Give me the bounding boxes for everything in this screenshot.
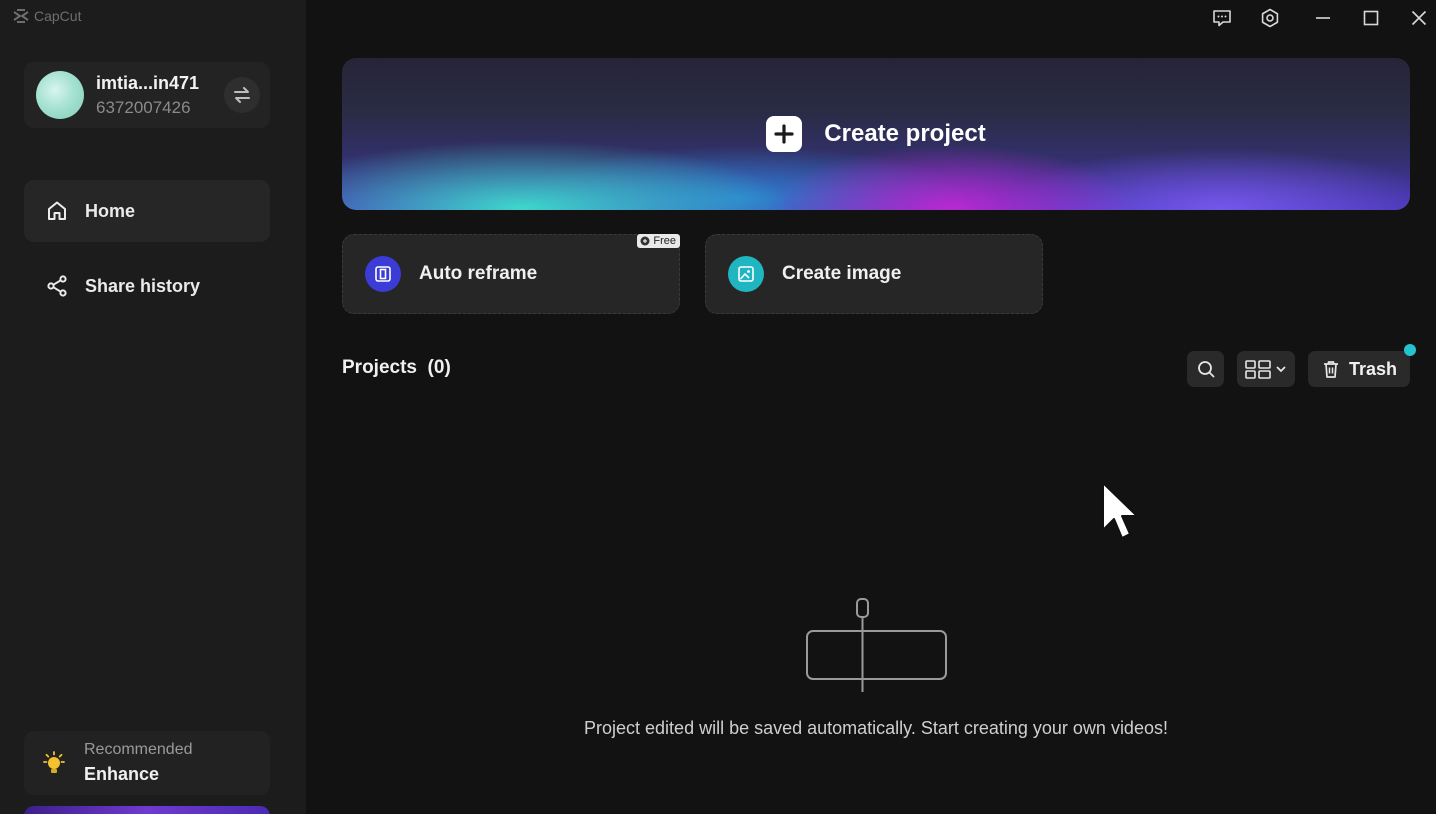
maximize-icon: [1363, 10, 1379, 26]
recommended-title: Enhance: [84, 764, 160, 784]
search-button[interactable]: [1187, 351, 1224, 387]
share-icon: [47, 275, 67, 297]
plus-icon: [766, 116, 803, 152]
trash-button[interactable]: Trash: [1308, 351, 1410, 387]
sidebar-item-label: Home: [85, 200, 136, 221]
projects-title: Projects: [342, 357, 417, 378]
auto-reframe-label: Auto reframe: [419, 263, 538, 284]
app-logo: CapCut: [12, 8, 81, 24]
minimize-button[interactable]: [1309, 4, 1337, 32]
app-name: CapCut: [34, 8, 82, 24]
projects-heading: Projects (0): [342, 357, 451, 379]
home-icon: [48, 201, 66, 220]
swap-icon: [234, 87, 250, 103]
create-project-button[interactable]: Create project: [342, 58, 1410, 210]
maximize-button[interactable]: [1357, 4, 1385, 32]
mouse-cursor-icon: [1102, 482, 1138, 539]
account-card[interactable]: imtia...in471 6372007426: [24, 62, 270, 128]
lightbulb-icon: [43, 751, 65, 773]
view-mode-dropdown[interactable]: [1237, 351, 1295, 387]
capcut-logo-icon: [13, 9, 29, 23]
sidebar-item-home[interactable]: Home: [24, 180, 270, 242]
free-badge-label: Free: [653, 235, 676, 247]
sidebar-item-label: Share history: [85, 275, 201, 296]
account-id: 6372007426: [96, 98, 191, 117]
account-name: imtia...in471: [96, 73, 200, 93]
settings-icon: [1261, 8, 1279, 28]
promo-banner[interactable]: [24, 806, 270, 814]
sidebar-item-share-history[interactable]: Share history: [24, 255, 270, 317]
auto-reframe-card[interactable]: Auto reframe Free: [342, 234, 680, 314]
feedback-button[interactable]: [1208, 4, 1236, 32]
close-icon: [1411, 10, 1427, 26]
recommended-enhance-card[interactable]: Recommended Enhance: [24, 731, 270, 795]
empty-state-message: Project edited will be saved automatical…: [584, 718, 1168, 738]
avatar[interactable]: [36, 71, 84, 119]
minimize-icon: [1316, 17, 1330, 19]
grid-view-icon: [1245, 360, 1271, 379]
free-badge: Free: [637, 234, 680, 248]
create-image-icon: [728, 256, 764, 292]
recommended-label: Recommended: [84, 741, 193, 758]
notification-dot: [1404, 344, 1416, 356]
feedback-icon: [1213, 10, 1231, 27]
search-icon: [1197, 361, 1214, 378]
trash-label: Trash: [1348, 358, 1398, 379]
chevron-down-icon: [1276, 366, 1286, 373]
switch-account-button[interactable]: [224, 77, 260, 113]
free-badge-icon: [640, 236, 650, 246]
sidebar: CapCut imtia...in471 6372007426 Home Sha…: [0, 0, 306, 814]
close-button[interactable]: [1405, 4, 1433, 32]
empty-projects-icon: [806, 598, 947, 692]
create-project-label: Create project: [824, 120, 986, 147]
trash-icon: [1323, 361, 1338, 378]
create-image-label: Create image: [782, 263, 902, 284]
projects-count: (0): [427, 357, 451, 378]
auto-reframe-icon: [365, 256, 401, 292]
create-image-card[interactable]: Create image: [705, 234, 1043, 314]
settings-button[interactable]: [1256, 4, 1284, 32]
